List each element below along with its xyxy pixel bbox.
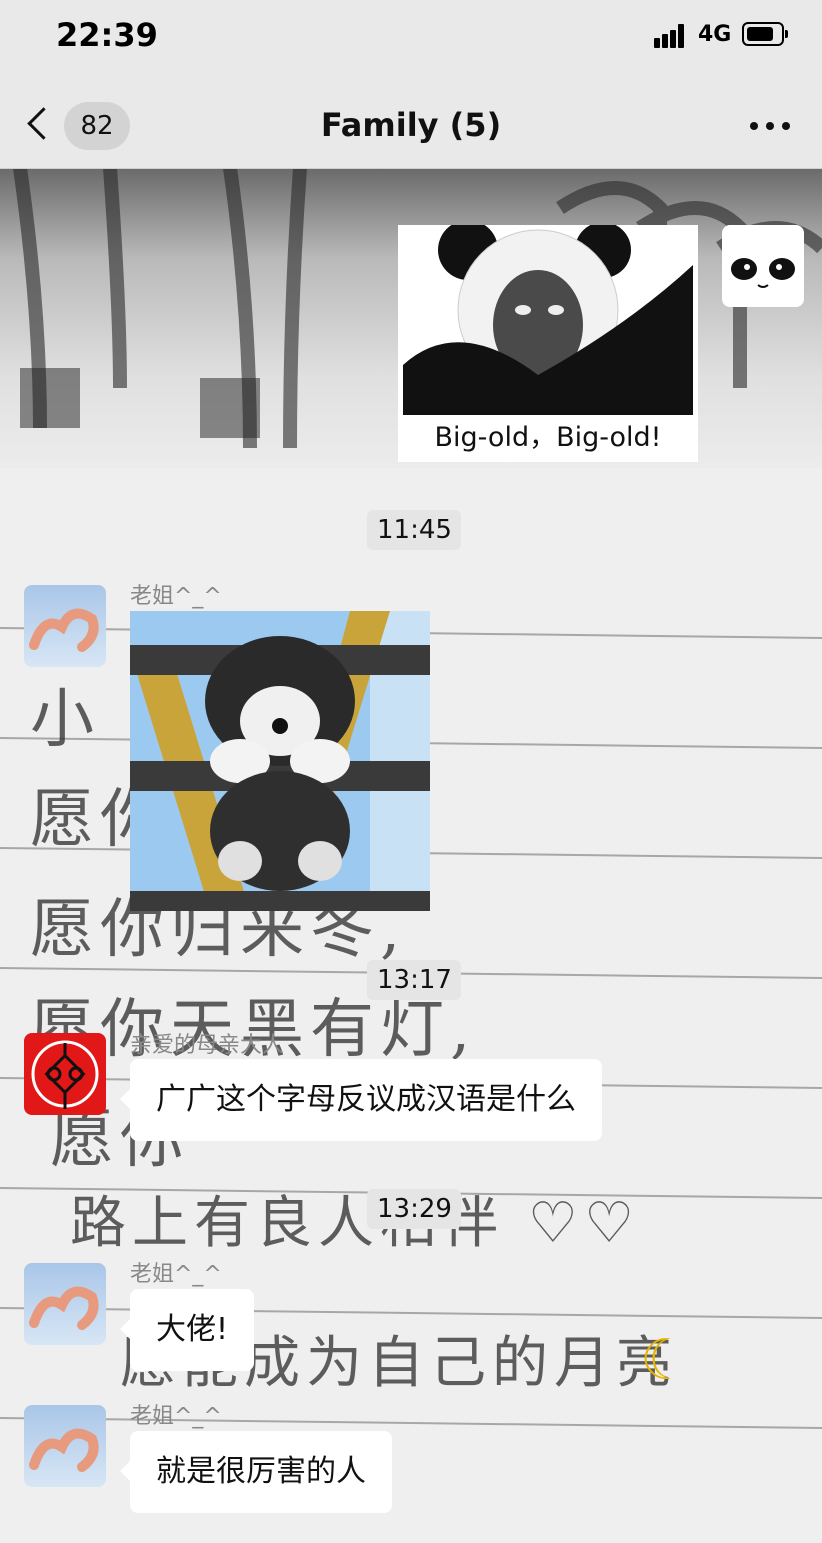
status-bar: 22:39 4G — [0, 0, 822, 72]
timestamp: 13:17 — [367, 960, 461, 1000]
image-message[interactable] — [130, 611, 430, 911]
text-message[interactable]: 大佬! — [119, 1289, 255, 1371]
heart-hands-avatar-icon[interactable] — [24, 1405, 106, 1487]
timestamp: 13:29 — [367, 1189, 461, 1229]
signal-icon — [654, 22, 690, 48]
sender-name: 老姐^_^ — [130, 1262, 222, 1287]
sender-name: 亲爱的母亲大人 — [130, 1033, 285, 1058]
wallpaper-text: 小 — [30, 683, 100, 757]
timestamp: 11:45 — [367, 510, 461, 550]
sticker-caption: Big-old，Big-old! — [434, 422, 662, 453]
more-icon[interactable] — [750, 122, 794, 134]
text-message[interactable]: 就是很厉害的人 — [120, 1431, 392, 1513]
chat-header: 82 Family (5) — [0, 72, 822, 169]
heart-hands-avatar-icon[interactable] — [24, 585, 106, 667]
chinese-knot-avatar-icon[interactable] — [24, 1033, 106, 1115]
panda-meme-image — [398, 225, 698, 415]
chat-title: Family (5) — [320, 106, 502, 144]
heart-hands-avatar-icon[interactable] — [24, 1263, 106, 1345]
moon-icon: ☾ — [640, 1328, 691, 1393]
sticker-message[interactable]: Big-old，Big-old! — [398, 225, 698, 462]
battery-icon — [742, 22, 788, 46]
status-time: 22:39 — [56, 16, 158, 54]
sender-name: 老姐^_^ — [130, 1404, 222, 1429]
network-label: 4G — [698, 22, 732, 47]
text-message[interactable]: 广广这个字母反议成汉语是什么 — [120, 1059, 602, 1141]
wallpaper-text: 路上有良人相伴 ♡♡ — [70, 1191, 641, 1256]
battery-level — [747, 27, 773, 41]
sender-name: 老姐^_^ — [130, 584, 222, 609]
puppy-photo — [130, 611, 430, 911]
panda-avatar-icon[interactable] — [722, 225, 804, 307]
